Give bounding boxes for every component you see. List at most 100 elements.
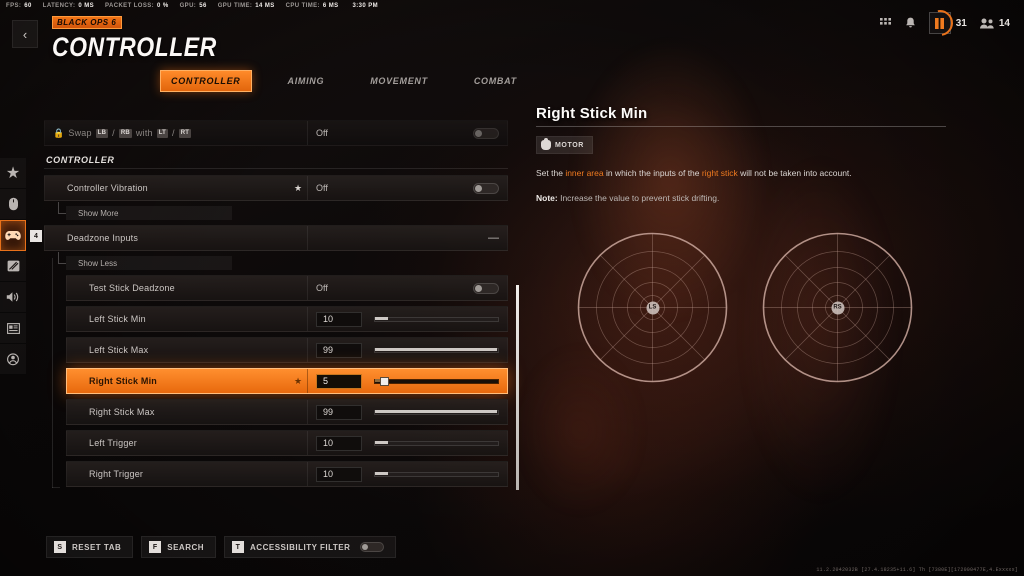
perf-value: 0 % (157, 3, 169, 9)
info-panel: Right Stick Min MOTOR Set the inner area… (536, 105, 946, 203)
swap-sep-1: / (112, 128, 115, 138)
accessibility-filter-toggle[interactable] (360, 542, 385, 552)
friends-group[interactable]: 14 (979, 18, 1010, 29)
row-label: 🔒 Swap LB / RB with LT / RT (45, 128, 307, 139)
action-key: S (54, 541, 66, 553)
audio-icon (6, 291, 20, 303)
settings-row-right-stick-max[interactable]: Right Stick Max 99 (66, 399, 508, 425)
slider-knob[interactable] (379, 377, 389, 386)
settings-row-deadzone-inputs[interactable]: Deadzone Inputs — (44, 225, 508, 251)
row-slider[interactable] (374, 347, 499, 353)
slider-fill (375, 348, 497, 351)
rail-item-favorites[interactable]: ★ (0, 158, 26, 189)
perf-value: 56 (199, 3, 207, 9)
perf-stat: LATENCY: 0 MS (43, 3, 94, 9)
perf-key: LATENCY: (42, 3, 76, 9)
stick-diagrams: LS RS (575, 230, 915, 385)
row-slider[interactable] (374, 409, 499, 415)
row-slider[interactable] (374, 471, 499, 477)
settings-row-swap-bumpers[interactable]: 🔒 Swap LB / RB with LT / RT Off (44, 120, 508, 146)
back-button[interactable]: ‹ (12, 20, 38, 48)
motor-badge-label: MOTOR (555, 141, 584, 149)
row-slider[interactable] (374, 316, 499, 322)
row-slider[interactable] (374, 440, 499, 446)
battlepass-count: 31 (955, 17, 967, 29)
row-value-input[interactable]: 5 (316, 373, 362, 389)
rail-item-graphics[interactable] (0, 251, 26, 282)
settings-row-right-trigger[interactable]: Right Trigger 10 (66, 461, 508, 487)
action-key: F (149, 541, 162, 553)
row-label: Left Stick Min (89, 314, 146, 324)
collapse-icon[interactable]: — (488, 232, 499, 244)
battlepass-icon[interactable] (928, 12, 951, 34)
left-stick-label: LS (646, 301, 659, 314)
row-toggle[interactable] (473, 127, 499, 139)
row-toggle[interactable] (473, 282, 499, 294)
rail-item-controller[interactable]: 4 (0, 220, 42, 251)
action-accessibility-filter[interactable]: T ACCESSIBILITY FILTER (224, 536, 397, 558)
perf-stat: CPU TIME: 6 MS (286, 3, 339, 9)
tab-movement[interactable]: MOVEMENT (360, 71, 438, 91)
slider-fill (375, 441, 388, 444)
row-value-area: 10 (307, 462, 507, 486)
settings-tabs: CONTROLLER AIMING MOVEMENT COMBAT (160, 70, 527, 92)
show-less-link[interactable]: Show Less (58, 252, 232, 270)
title-block: BLACK OPS 6 CONTROLLER (52, 12, 217, 62)
header-hud-icons: 31 14 (879, 12, 1010, 34)
row-label: Controller Vibration (67, 183, 148, 193)
show-more-link[interactable]: Show More (58, 202, 232, 220)
row-value-input[interactable]: 10 (316, 311, 362, 327)
account-icon (7, 352, 19, 366)
row-slider[interactable] (374, 377, 499, 386)
row-value-area: — (307, 226, 507, 250)
battlepass-group[interactable]: 31 (928, 12, 967, 34)
row-value-input[interactable]: 10 (316, 466, 362, 482)
row-toggle[interactable] (473, 182, 499, 194)
perf-value: 0 MS (78, 3, 95, 9)
row-value-input[interactable]: 10 (316, 435, 362, 451)
action-search[interactable]: F SEARCH (141, 536, 217, 558)
perf-stat: GPU: 56 (180, 3, 207, 9)
row-value-input[interactable]: 99 (316, 404, 362, 420)
perf-value: 3:30 PM (352, 3, 378, 9)
brand-logo: BLACK OPS 6 (52, 16, 123, 29)
row-value-area: Off (307, 276, 507, 300)
settings-row-test-stick-deadzone[interactable]: Test Stick Deadzone Off (66, 275, 508, 301)
settings-row-controller-vibration[interactable]: Controller Vibration ★ Off (44, 175, 508, 201)
perf-key: FPS: (6, 3, 22, 9)
favorite-star-icon[interactable]: ★ (289, 376, 307, 387)
swap-sep-2: / (172, 128, 175, 138)
tab-aiming[interactable]: AIMING (278, 71, 335, 91)
action-reset-tab[interactable]: S RESET TAB (46, 536, 134, 558)
section-header: CONTROLLER (44, 151, 508, 169)
graphics-icon (7, 260, 20, 272)
list-scrollbar[interactable] (516, 285, 519, 490)
notifications-bell-icon[interactable] (905, 17, 916, 29)
settings-row-left-stick-max[interactable]: Left Stick Max 99 (66, 337, 508, 363)
slider-track (374, 440, 499, 446)
perf-value: 60 (24, 3, 32, 9)
rail-item-mouse-keyboard[interactable] (0, 189, 26, 220)
build-string: 11.2.2042032B [27.4.18235+11.6] Th [7380… (816, 567, 1018, 573)
tab-combat[interactable]: COMBAT (464, 71, 527, 91)
favorite-star-icon[interactable]: ★ (289, 183, 307, 194)
perf-stat: GPU TIME: 14 MS (218, 3, 275, 9)
motor-icon (541, 138, 551, 150)
settings-row-left-trigger[interactable]: Left Trigger 10 (66, 430, 508, 456)
perf-stat: 3:30 PM (350, 3, 378, 9)
action-label: SEARCH (167, 542, 205, 552)
settings-row-right-stick-min[interactable]: Right Stick Min ★ 5 (66, 368, 508, 394)
rail-item-account[interactable] (0, 344, 26, 375)
friends-icon[interactable] (979, 18, 994, 29)
row-value-area: 10 (307, 431, 507, 455)
apps-grid-icon[interactable] (879, 18, 892, 28)
action-label: ACCESSIBILITY FILTER (250, 542, 351, 552)
rail-item-interface[interactable] (0, 313, 26, 344)
row-value-input[interactable]: 99 (316, 342, 362, 358)
page-title: CONTROLLER (52, 31, 217, 62)
left-stick-diagram: LS (575, 230, 730, 385)
settings-row-left-stick-min[interactable]: Left Stick Min 10 (66, 306, 508, 332)
tab-controller[interactable]: CONTROLLER (160, 70, 252, 92)
rail-item-audio[interactable] (0, 282, 26, 313)
settings-list: 🔒 Swap LB / RB with LT / RT Off CONTROLLER Controll… (44, 120, 508, 492)
